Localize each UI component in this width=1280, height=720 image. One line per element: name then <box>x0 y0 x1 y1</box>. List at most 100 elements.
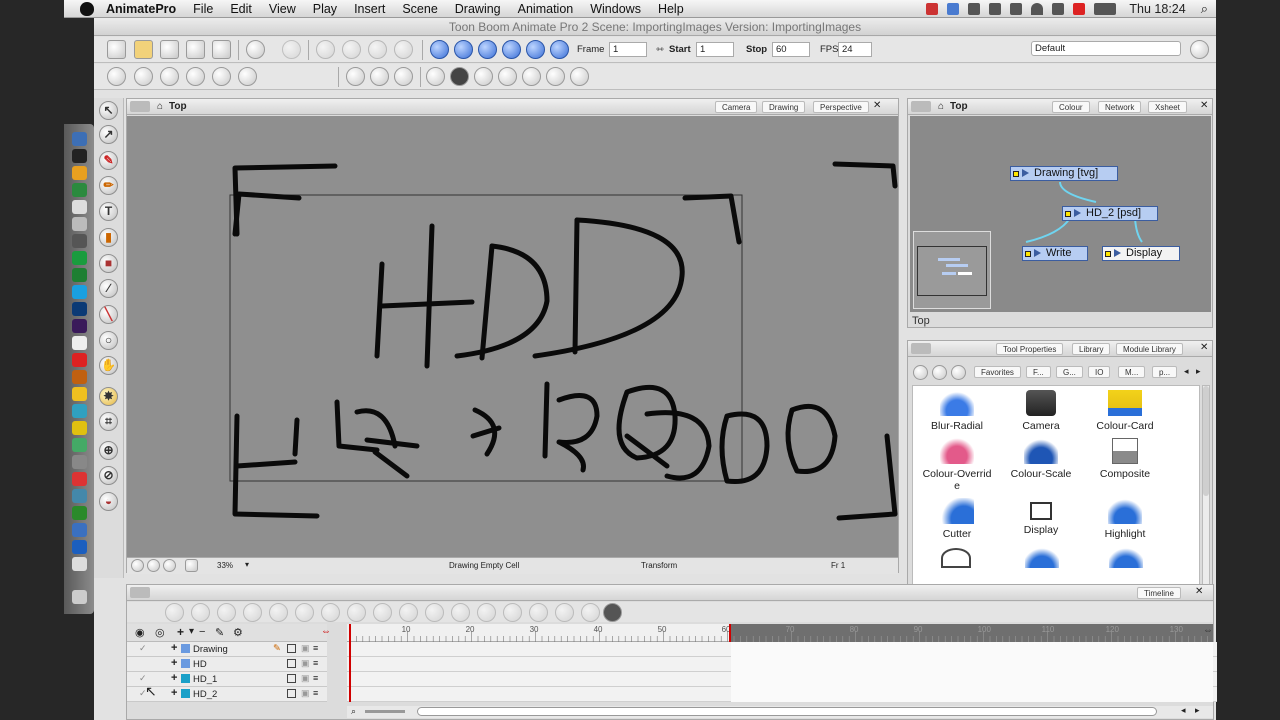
tab-timeline[interactable]: Timeline <box>1137 587 1181 599</box>
app-icon[interactable] <box>72 234 87 248</box>
line-tool-icon[interactable]: ∕ <box>99 279 118 298</box>
text-tool-icon[interactable]: T <box>99 202 118 221</box>
zoom-icon[interactable]: ⌕ <box>351 706 363 716</box>
scroll-left-icon[interactable]: ◂ <box>1181 705 1186 716</box>
menu-edit[interactable]: Edit <box>230 2 252 16</box>
reset-view-icon[interactable] <box>131 559 144 572</box>
function-icon[interactable] <box>346 67 365 86</box>
flag-icon[interactable] <box>1073 3 1086 15</box>
vlc-icon[interactable] <box>72 166 87 180</box>
app-icon[interactable] <box>72 183 87 197</box>
menubar-clock[interactable]: Thu 18:24 <box>1129 2 1185 16</box>
tab-network[interactable]: Network <box>1098 101 1142 113</box>
dropper-tool-icon[interactable]: ╲ <box>99 305 118 324</box>
photoshop-icon[interactable] <box>72 302 87 316</box>
timeline-tool-icon[interactable] <box>165 603 184 622</box>
save-as-icon[interactable] <box>186 40 205 59</box>
menu-help[interactable]: Help <box>658 2 684 16</box>
module-settings-icon[interactable] <box>951 365 966 380</box>
subtab-favorites[interactable]: Favorites <box>974 366 1021 378</box>
module-colour-override[interactable]: Colour-Overrid e <box>917 438 997 492</box>
paint-tool-icon[interactable]: ■ <box>99 254 118 273</box>
lock-all-icon[interactable]: ◎ <box>155 626 165 639</box>
app-icon[interactable] <box>72 557 87 571</box>
battery-icon[interactable] <box>1094 3 1117 15</box>
scroll-thumb[interactable] <box>417 707 1157 716</box>
disable-icon[interactable] <box>450 67 469 86</box>
app-icon[interactable] <box>72 336 87 350</box>
eraser-tool-icon[interactable]: ▮ <box>99 228 118 247</box>
light-icon[interactable] <box>498 67 517 86</box>
module-list-icon[interactable] <box>932 365 947 380</box>
import-icon[interactable] <box>212 40 231 59</box>
subtab-f[interactable]: F... <box>1026 366 1051 378</box>
layer-name[interactable]: HD_1 <box>193 674 217 685</box>
module-cutter[interactable]: Cutter <box>917 498 997 540</box>
node-drawing[interactable]: Drawing [tvg] <box>1010 166 1118 181</box>
timeline-tool-icon[interactable] <box>555 603 574 622</box>
panel-close-icon[interactable]: ✕ <box>873 100 881 111</box>
app-icon[interactable] <box>72 506 87 520</box>
subtab-p[interactable]: p... <box>1152 366 1178 378</box>
subtab-g[interactable]: G... <box>1056 366 1083 378</box>
lock-icon[interactable]: ▣ <box>301 673 310 684</box>
layer-row[interactable]: ✓ + Drawing ✎ ▣ ≡ <box>127 642 327 657</box>
app-icon[interactable] <box>72 353 87 367</box>
app-icon[interactable] <box>72 523 87 537</box>
timeline-tool-icon[interactable] <box>295 603 314 622</box>
pivot-icon[interactable] <box>474 67 493 86</box>
layer-stack-icon[interactable]: ≡ <box>313 688 318 698</box>
stop-field[interactable]: 60 <box>772 42 810 57</box>
rotate-icon[interactable] <box>134 67 153 86</box>
lock-icon[interactable]: ▣ <box>301 658 310 669</box>
tab-drawing[interactable]: Drawing <box>762 101 806 113</box>
timeline-scrollbar[interactable]: ⌕ ◂ ▸ <box>347 705 1213 718</box>
timeline-tool-icon[interactable] <box>217 603 236 622</box>
save-icon[interactable] <box>160 40 179 59</box>
select-tool-icon[interactable]: ↖ <box>99 101 118 120</box>
expand-layer-icon[interactable]: + <box>171 687 177 699</box>
view-menu-icon[interactable] <box>130 587 150 598</box>
zoom-tool-icon[interactable]: ○ <box>99 331 118 350</box>
cutter-tool-icon[interactable]: ⌗ <box>99 412 118 431</box>
function-curve-icon[interactable] <box>370 67 389 86</box>
timeline-tool-icon[interactable] <box>603 603 622 622</box>
layer-props-icon[interactable]: ⚙ <box>233 626 243 639</box>
show-all-icon[interactable]: ◉ <box>135 626 145 639</box>
module-scroll-thumb[interactable] <box>1203 386 1209 496</box>
timeline-tool-icon[interactable] <box>269 603 288 622</box>
layer-stack-icon[interactable]: ≡ <box>313 658 318 668</box>
paste-icon[interactable] <box>368 40 387 59</box>
timeline-tool-icon[interactable] <box>451 603 470 622</box>
network-canvas[interactable]: Drawing [tvg] HD_2 [psd] Write Display <box>910 116 1211 312</box>
layer-stack-icon[interactable]: ≡ <box>313 643 318 653</box>
menu-file[interactable]: File <box>193 2 213 16</box>
module-colour-card[interactable]: Colour-Card <box>1085 390 1165 432</box>
end-marker[interactable] <box>729 624 731 642</box>
lock-icon[interactable]: ▣ <box>301 643 310 654</box>
add-drawing-layer-icon[interactable]: ✎ <box>215 626 224 639</box>
wifi-icon[interactable] <box>1031 3 1044 15</box>
app-icon[interactable] <box>72 540 87 554</box>
menu-animation[interactable]: Animation <box>518 2 574 16</box>
module-blur-radial[interactable]: Blur-Radial <box>917 390 997 432</box>
layer-stack-icon[interactable]: ≡ <box>313 673 318 683</box>
panel-close-icon[interactable]: ✕ <box>1195 586 1203 597</box>
visibility-checkbox[interactable]: ✓ <box>139 643 147 654</box>
pencil-tool-icon[interactable]: ✏ <box>99 176 118 195</box>
sound-icon[interactable] <box>526 40 545 59</box>
layer-checkbox[interactable] <box>287 644 296 653</box>
workspace-select[interactable]: Default <box>1031 41 1181 56</box>
menu-windows[interactable]: Windows <box>590 2 641 16</box>
render-icon[interactable] <box>550 40 569 59</box>
module-scrollbar[interactable] <box>1202 385 1210 589</box>
add-layer-icon[interactable]: + <box>177 625 184 639</box>
delete-icon[interactable] <box>394 40 413 59</box>
layer-name[interactable]: Drawing <box>193 644 228 655</box>
tab-tool-properties[interactable]: Tool Properties <box>996 343 1064 355</box>
layer-dropdown-icon[interactable]: ▾ <box>189 626 194 637</box>
navigator-viewport[interactable] <box>917 246 987 296</box>
palette-icon[interactable] <box>522 67 541 86</box>
apple-menu-icon[interactable] <box>80 1 94 16</box>
app-icon[interactable] <box>72 489 87 503</box>
